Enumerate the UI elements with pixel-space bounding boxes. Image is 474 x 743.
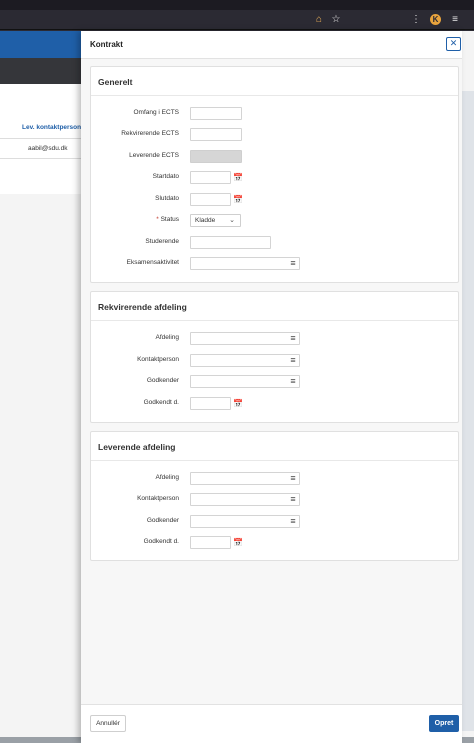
field-row-startdato: Startdato 📅 (91, 171, 458, 184)
field-row-slutdato: Slutdato 📅 (91, 193, 458, 206)
field-label: Leverende ECTS (129, 152, 179, 159)
dialog-footer: Annullér Opret (81, 704, 462, 743)
rekv-godkender-input[interactable] (190, 375, 300, 388)
field-label: Omfang i ECTS (133, 109, 179, 116)
field-row-eksamensaktivitet: Eksamensaktivitet ≡ (91, 257, 458, 270)
field-row-status: * Status Kladde ⌄ (91, 214, 458, 227)
dialog-title: Kontrakt (90, 40, 123, 49)
browser-tab-bar (0, 0, 474, 10)
contract-dialog: Kontrakt ✕ Generelt Omfang i ECTS Rekvir… (81, 31, 462, 743)
omfang-ects-input[interactable] (190, 107, 242, 120)
field-row-godkendt: Godkendt d. 📅 (91, 397, 458, 410)
field-row-godkender: Godkender ≡ (91, 375, 458, 388)
required-marker: * (156, 216, 159, 223)
calendar-icon[interactable]: 📅 (232, 398, 244, 409)
table-divider (0, 138, 90, 139)
cancel-button[interactable]: Annullér (90, 715, 126, 732)
list-picker-icon[interactable]: ≡ (287, 258, 299, 269)
close-icon: ✕ (449, 38, 458, 48)
field-label: Afdeling (155, 474, 180, 481)
list-picker-icon[interactable]: ≡ (287, 333, 299, 344)
close-button[interactable]: ✕ (446, 37, 461, 51)
field-label: Godkender (146, 377, 179, 384)
list-picker-icon[interactable]: ≡ (287, 355, 299, 366)
browser-toolbar: ⌂ ☆ ⋮ K ≡ (0, 10, 474, 30)
star-icon[interactable]: ☆ (330, 14, 342, 26)
field-row-afdeling: Afdeling ≡ (91, 472, 458, 485)
rekv-godkendt-date-input[interactable] (190, 397, 231, 410)
section-divider (91, 320, 458, 321)
section-title: Generelt (98, 77, 133, 87)
calendar-icon[interactable]: 📅 (232, 172, 244, 183)
background-table (0, 84, 90, 194)
field-row-kontaktperson: Kontaktperson ≡ (91, 493, 458, 506)
field-label: Godkendt d. (143, 538, 179, 545)
list-picker-icon[interactable]: ≡ (287, 473, 299, 484)
table-divider (0, 158, 90, 159)
field-label: Slutdato (155, 195, 179, 202)
field-label: Afdeling (155, 334, 180, 341)
field-row-rekvirerende-ects: Rekvirerende ECTS (91, 128, 458, 141)
section-leverende-afdeling: Leverende afdeling Afdeling ≡ Kontaktper… (90, 431, 459, 561)
lev-kontaktperson-input[interactable] (190, 493, 300, 506)
list-picker-icon[interactable]: ≡ (287, 376, 299, 387)
rekv-afdeling-input[interactable] (190, 332, 300, 345)
field-label: Godkender (146, 517, 179, 524)
field-row-studerende: Studerende (91, 236, 458, 249)
eksamensaktivitet-input[interactable] (190, 257, 300, 270)
calendar-icon[interactable]: 📅 (232, 194, 244, 205)
field-row-leverende-ects: Leverende ECTS (91, 150, 458, 163)
lev-godkendt-date-input[interactable] (190, 536, 231, 549)
field-label: Kontaktperson (137, 356, 179, 363)
calendar-icon[interactable]: 📅 (232, 537, 244, 548)
field-row-afdeling: Afdeling ≡ (91, 332, 458, 345)
status-label: Status (160, 216, 179, 223)
section-generelt: Generelt Omfang i ECTS Rekvirerende ECTS… (90, 66, 459, 283)
create-button[interactable]: Opret (429, 715, 459, 732)
section-divider (91, 95, 458, 96)
dialog-header: Kontrakt ✕ (81, 31, 462, 59)
home-icon[interactable]: ⌂ (313, 14, 325, 26)
studerende-input[interactable] (190, 236, 271, 249)
field-label: Startdato (152, 173, 179, 180)
field-label: * Status (156, 216, 179, 223)
app-header-bar (0, 31, 90, 58)
library-icon[interactable]: ⋮ (410, 14, 422, 26)
section-rekvirerende-afdeling: Rekvirerende afdeling Afdeling ≡ Kontakt… (90, 291, 459, 423)
field-row-godkendt: Godkendt d. 📅 (91, 536, 458, 549)
field-label: Rekvirerende ECTS (121, 130, 179, 137)
status-value: Kladde (195, 217, 216, 224)
lev-afdeling-input[interactable] (190, 472, 300, 485)
field-row-kontaktperson: Kontaktperson ≡ (91, 354, 458, 367)
field-label: Studerende (145, 238, 179, 245)
rekv-kontaktperson-input[interactable] (190, 354, 300, 367)
chevron-down-icon: ⌄ (229, 217, 235, 224)
field-label: Eksamensaktivitet (126, 259, 179, 266)
section-title: Rekvirerende afdeling (98, 302, 187, 312)
lev-godkender-input[interactable] (190, 515, 300, 528)
field-row-omfang: Omfang i ECTS (91, 107, 458, 120)
menu-icon[interactable]: ≡ (449, 14, 461, 26)
table-cell: aabil@sdu.dk (28, 145, 68, 152)
field-label: Kontaktperson (137, 495, 179, 502)
startdato-input[interactable] (190, 171, 231, 184)
extension-icon[interactable]: K (430, 14, 441, 25)
status-select[interactable]: Kladde ⌄ (190, 214, 241, 227)
field-row-godkender: Godkender ≡ (91, 515, 458, 528)
background-scroll-strip (462, 91, 474, 731)
app-nav-bar (0, 58, 90, 84)
leverende-ects-input (190, 150, 242, 163)
slutdato-input[interactable] (190, 193, 231, 206)
list-picker-icon[interactable]: ≡ (287, 494, 299, 505)
section-divider (91, 460, 458, 461)
list-picker-icon[interactable]: ≡ (287, 516, 299, 527)
section-title: Leverende afdeling (98, 442, 176, 452)
table-column-header[interactable]: Lev. kontaktperson (22, 124, 81, 131)
field-label: Godkendt d. (143, 399, 179, 406)
rekvirerende-ects-input[interactable] (190, 128, 242, 141)
